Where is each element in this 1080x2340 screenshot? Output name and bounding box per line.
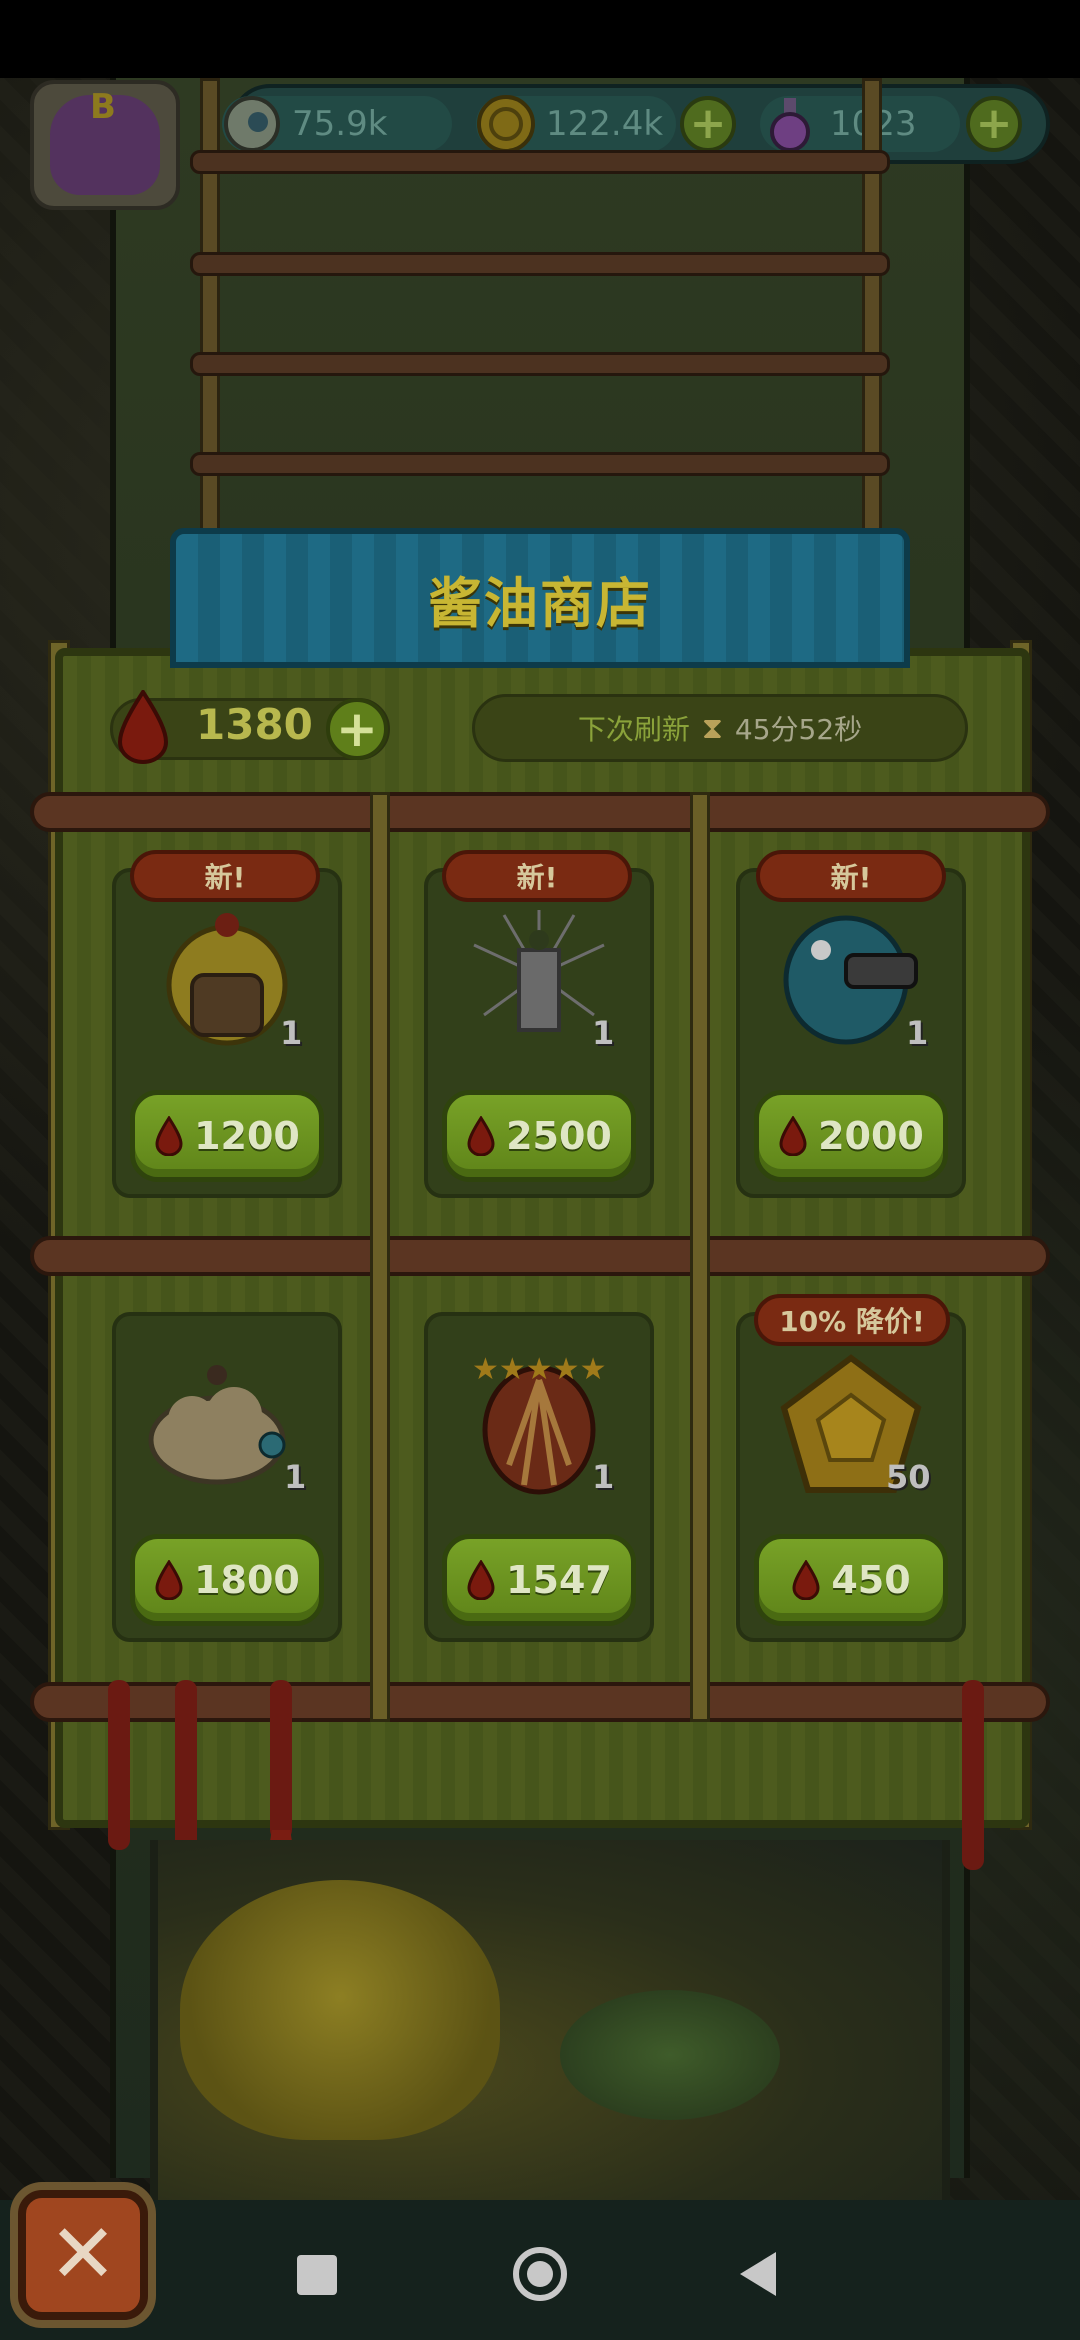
cloud-monster-icon: [148, 1365, 286, 1485]
item-quantity: 50: [886, 1458, 931, 1496]
buy-button-3[interactable]: 2000: [754, 1090, 948, 1182]
shelf-post: [690, 792, 710, 1722]
soy-drop-icon: [467, 1560, 495, 1600]
close-icon: ✕: [48, 2207, 118, 2302]
item-quantity: 1: [906, 1014, 929, 1052]
refresh-timer: 下次刷新 ⧗ 45分52秒: [472, 694, 968, 762]
cauldron-sprite[interactable]: [560, 1990, 780, 2120]
shelf-log-middle: [30, 1236, 1050, 1276]
home-dot-icon: [527, 2261, 553, 2287]
coins-resource: 122.4k: [476, 94, 676, 154]
close-button[interactable]: ✕: [18, 2190, 148, 2320]
item-quantity: 1: [280, 1014, 303, 1052]
coin-icon: [477, 95, 535, 153]
add-coins-button-wrap: +: [680, 94, 736, 154]
svg-text:★★★★★: ★★★★★: [472, 1352, 606, 1387]
add-soy-button[interactable]: +: [326, 698, 388, 760]
price-value: 1200: [194, 1114, 300, 1158]
new-badge: 新!: [130, 850, 320, 902]
soy-drop-icon: [792, 1560, 820, 1600]
ladder-rung: [190, 452, 890, 476]
status-bar: [0, 0, 1080, 78]
add-potion-button[interactable]: +: [966, 96, 1022, 152]
buy-button-2[interactable]: 2500: [442, 1090, 636, 1182]
buy-button-4[interactable]: 1800: [130, 1534, 324, 1626]
new-badge: 新!: [442, 850, 632, 902]
item-quantity: 1: [284, 1458, 307, 1496]
soy-drop-icon: [467, 1116, 495, 1156]
eyes-value: 75.9k: [292, 104, 388, 144]
ladder-rung: [190, 150, 890, 174]
tassel-decoration: [962, 1680, 984, 1870]
soy-drop-icon: [155, 1116, 183, 1156]
buy-button-5[interactable]: 1547: [442, 1534, 636, 1626]
soy-drop-icon: [155, 1560, 183, 1600]
shelf-log-top: [30, 792, 1050, 832]
potion-resource: 1023: [760, 94, 960, 154]
price-value: 1800: [194, 1558, 300, 1602]
buy-button-6[interactable]: 450: [754, 1534, 948, 1626]
refresh-label: 下次刷新: [577, 713, 690, 746]
tassel-decoration: [108, 1680, 130, 1850]
eyes-resource: 75.9k: [222, 94, 452, 154]
price-value: 2500: [506, 1114, 612, 1158]
coins-value: 122.4k: [546, 104, 664, 144]
buy-button-1[interactable]: 1200: [130, 1090, 324, 1182]
eyeball-icon: [224, 96, 280, 152]
avatar-rank-letter: B: [90, 87, 116, 127]
price-value: 1547: [506, 1558, 612, 1602]
price-value: 450: [831, 1558, 911, 1602]
shelf-post: [370, 792, 390, 1722]
ladder-rung: [190, 352, 890, 376]
hourglass-icon: ⧗: [701, 710, 723, 746]
price-value: 2000: [818, 1114, 924, 1158]
shop-title: 酱油商店: [428, 571, 652, 635]
yellow-monster-sprite[interactable]: [180, 1880, 500, 2140]
player-avatar[interactable]: B: [30, 80, 180, 210]
add-potion-button-wrap: +: [966, 94, 1022, 154]
tassel-decoration: [270, 1680, 292, 1840]
blue-fish-monster-icon: [783, 915, 918, 1045]
shop-banner: 酱油商店: [170, 528, 910, 668]
soy-currency-value: 1380: [196, 700, 313, 749]
new-badge: 新!: [756, 850, 946, 902]
avatar-monster-icon: B: [50, 87, 160, 195]
recent-apps-button[interactable]: [297, 2255, 337, 2295]
item-quantity: 1: [592, 1458, 615, 1496]
ladder-rung: [190, 252, 890, 276]
refresh-time: 45分52秒: [734, 713, 863, 746]
item-quantity: 1: [592, 1014, 615, 1052]
add-coins-button[interactable]: +: [680, 96, 736, 152]
soy-drop-icon: [779, 1116, 807, 1156]
soy-drop-icon: [117, 690, 169, 764]
potion-icon: [770, 98, 810, 152]
discount-badge: 10% 降价!: [754, 1294, 950, 1346]
back-button[interactable]: [740, 2252, 776, 2296]
